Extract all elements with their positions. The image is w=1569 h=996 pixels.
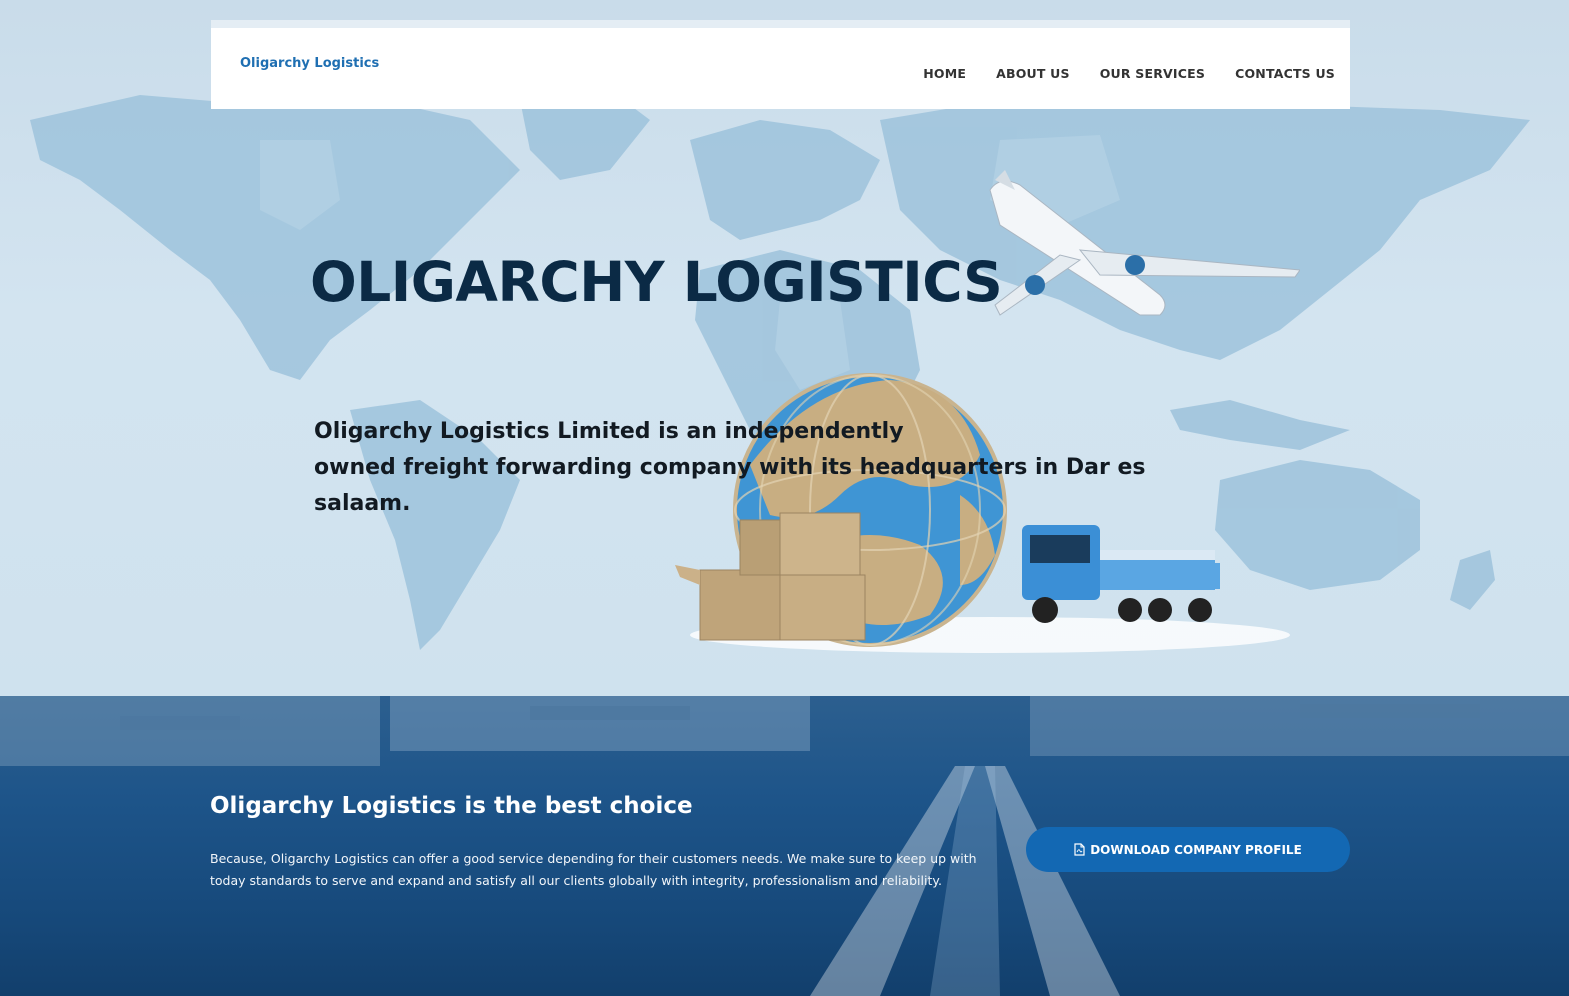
nav-about-us[interactable]: ABOUT US [996,66,1070,81]
hero-section: Oligarchy Logistics HOME ABOUT US OUR SE… [0,0,1569,696]
nav-contacts-us[interactable]: CONTACTS US [1235,66,1335,81]
brand-logo-link[interactable]: Oligarchy Logistics [240,56,379,71]
hero-description-line-1: Oligarchy Logistics Limited is an indepe… [314,419,904,444]
main-nav: HOME ABOUT US OUR SERVICES CONTACTS US [923,66,1335,81]
hero-description: Oligarchy Logistics Limited is an indepe… [314,414,1214,522]
download-button-label: DOWNLOAD COMPANY PROFILE [1090,842,1302,857]
promo-text: Because, Oligarchy Logistics can offer a… [210,851,977,888]
pdf-file-icon [1074,843,1085,856]
truck-image [1022,525,1220,623]
promo-section: Oligarchy Logistics is the best choice B… [0,696,1569,996]
logistics-illustration [675,170,1300,653]
hero-description-line-2: owned freight forwarding company with it… [314,455,1146,516]
airplane-image [989,170,1300,316]
top-navbar: Oligarchy Logistics HOME ABOUT US OUR SE… [211,20,1350,109]
nav-home[interactable]: HOME [923,66,966,81]
cardboard-boxes-image [675,512,866,641]
nav-our-services[interactable]: OUR SERVICES [1100,66,1205,81]
promo-title: Oligarchy Logistics is the best choice [210,793,693,819]
download-company-profile-button[interactable]: DOWNLOAD COMPANY PROFILE [1026,827,1350,872]
hero-title: OLIGARCHY LOGISTICS [310,250,1003,314]
